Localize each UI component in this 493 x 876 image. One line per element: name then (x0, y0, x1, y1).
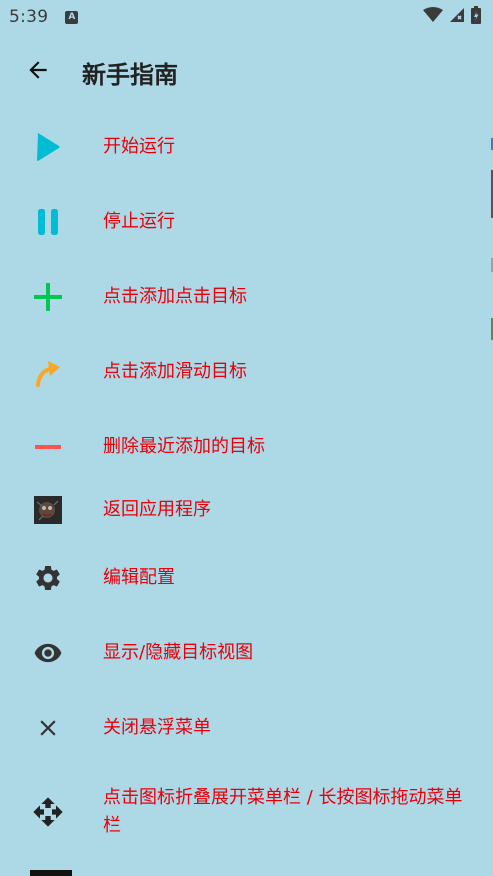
wifi-icon (423, 7, 443, 27)
move-icon (30, 794, 66, 830)
signal-icon (449, 7, 465, 27)
arrow-back-icon (25, 57, 51, 87)
play-icon (30, 129, 66, 165)
guide-label-edit-config: 编辑配置 (103, 567, 175, 588)
guide-label-return-app: 返回应用程序 (103, 499, 211, 520)
guide-label-toggle-view: 显示/隐藏目标视图 (103, 642, 254, 663)
minus-icon (30, 429, 66, 465)
guide-label-add-click: 点击添加点击目标 (103, 286, 247, 307)
guide-item-toggle-view: 显示/隐藏目标视图 (0, 633, 493, 673)
a-notification-icon: A (65, 10, 79, 24)
pause-icon (30, 204, 66, 240)
guide-item-close-menu: 关闭悬浮菜单 (0, 708, 493, 748)
guide-label-move-menu: 点击图标折叠展开菜单栏 / 长按图标拖动菜单栏 (103, 787, 463, 836)
app-thumbnail-icon (30, 492, 66, 528)
guide-item-return-app: 返回应用程序 (0, 490, 493, 530)
status-icons (423, 6, 481, 28)
status-time: 5:39 (9, 7, 49, 27)
plus-icon (30, 279, 66, 315)
swipe-arrow-icon (30, 354, 66, 390)
guide-item-move-menu: 点击图标折叠展开菜单栏 / 长按图标拖动菜单栏 (0, 782, 493, 842)
guide-item-add-click: 点击添加点击目标 (0, 277, 493, 317)
guide-item-stop: 停止运行 (0, 202, 493, 242)
guide-label-close-menu: 关闭悬浮菜单 (103, 717, 211, 738)
eye-icon (30, 635, 66, 671)
guide-item-add-swipe: 点击添加滑动目标 (0, 352, 493, 392)
guide-label-delete: 删除最近添加的目标 (103, 436, 265, 457)
guide-label-add-swipe: 点击添加滑动目标 (103, 361, 247, 382)
battery-icon (471, 6, 481, 28)
guide-item-delete: 删除最近添加的目标 (0, 427, 493, 467)
gear-icon (30, 560, 66, 596)
clipped-item-icon (30, 870, 72, 876)
guide-item-edit-config: 编辑配置 (0, 558, 493, 598)
back-button[interactable] (14, 48, 62, 96)
guide-item-start: 开始运行 (0, 127, 493, 167)
guide-label-stop: 停止运行 (103, 211, 175, 232)
page-title: 新手指南 (82, 60, 178, 89)
close-icon (30, 710, 66, 746)
status-bar: 5:39 A (0, 0, 493, 34)
guide-label-start: 开始运行 (103, 136, 175, 157)
app-bar: 新手指南 (0, 34, 493, 110)
